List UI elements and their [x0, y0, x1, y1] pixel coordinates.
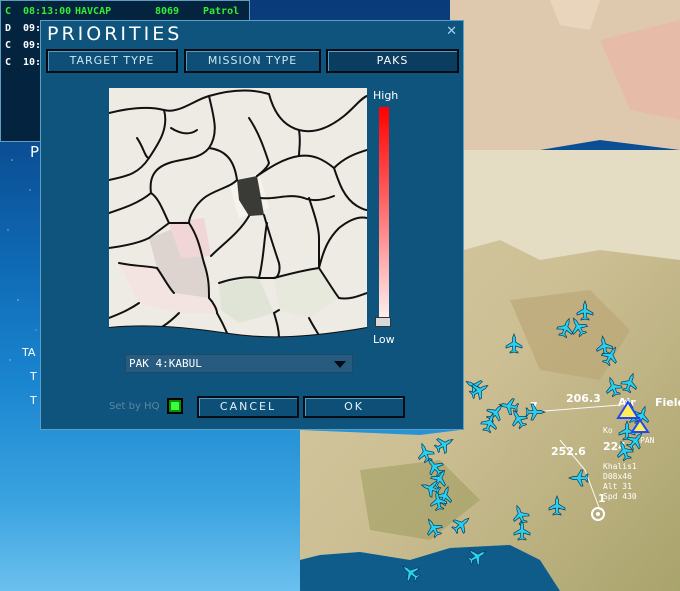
mission-type: Patrol [203, 6, 240, 17]
mission-callsign: HAVCAP [75, 6, 112, 17]
map-label-7: 7 [530, 400, 538, 413]
mission-time: 08:13:00 [23, 6, 72, 17]
pak-select[interactable]: PAK 4:KABUL [125, 354, 353, 373]
mission-code: D [5, 23, 12, 34]
priority-scale-bar[interactable] [379, 107, 389, 321]
map-label-air: Air [618, 396, 636, 409]
map-label-ko: Ko [603, 426, 613, 435]
map-label-pan: PAN [640, 436, 655, 445]
target-info-line: Khalis1 [603, 462, 637, 471]
map-label-252: 252.6 [551, 445, 586, 458]
map-label-field: Field [655, 396, 680, 409]
target-info-line: D08x46 [603, 472, 632, 481]
checkbox-mark [171, 402, 179, 410]
pak-region-map[interactable] [109, 88, 367, 346]
close-icon[interactable]: ✕ [446, 24, 457, 39]
chevron-down-icon[interactable] [334, 361, 346, 368]
pak-select-value: PAK 4:KABUL [129, 357, 202, 370]
mission-code: C [5, 40, 12, 51]
scale-high-label: High [373, 89, 399, 102]
dialog-title: PRIORITIES [47, 23, 183, 45]
background-label-fragment: TA [22, 346, 36, 359]
mission-number: 8069 [155, 6, 180, 17]
cancel-button[interactable]: CANCEL [197, 396, 299, 418]
background-label-fragment: T [30, 370, 37, 383]
background-heading-letter: P [30, 143, 40, 161]
tab-target-type[interactable]: TARGET TYPE [46, 49, 178, 73]
target-info: Khalis1 D08x46 Alt 31 Spd 430 [603, 462, 637, 502]
set-by-hq-checkbox[interactable] [167, 398, 183, 414]
map-label-224: 224 [603, 440, 626, 453]
ok-button[interactable]: OK [303, 396, 405, 418]
scale-low-label: Low [373, 333, 395, 346]
map-label-alt: 206.3 [566, 392, 601, 405]
mission-code: C [5, 6, 12, 17]
mission-code: C [5, 57, 12, 68]
background-label-fragment: T [30, 394, 37, 407]
tab-paks[interactable]: PAKS [326, 49, 459, 73]
set-by-hq-label: Set by HQ [109, 401, 160, 412]
priorities-dialog: PRIORITIES ✕ TARGET TYPE MISSION TYPE PA… [40, 20, 464, 430]
tab-mission-type[interactable]: MISSION TYPE [184, 49, 321, 73]
target-info-line: Spd 430 [603, 492, 637, 501]
target-info-line: Alt 31 [603, 482, 632, 491]
priority-slider-handle[interactable] [375, 317, 391, 327]
